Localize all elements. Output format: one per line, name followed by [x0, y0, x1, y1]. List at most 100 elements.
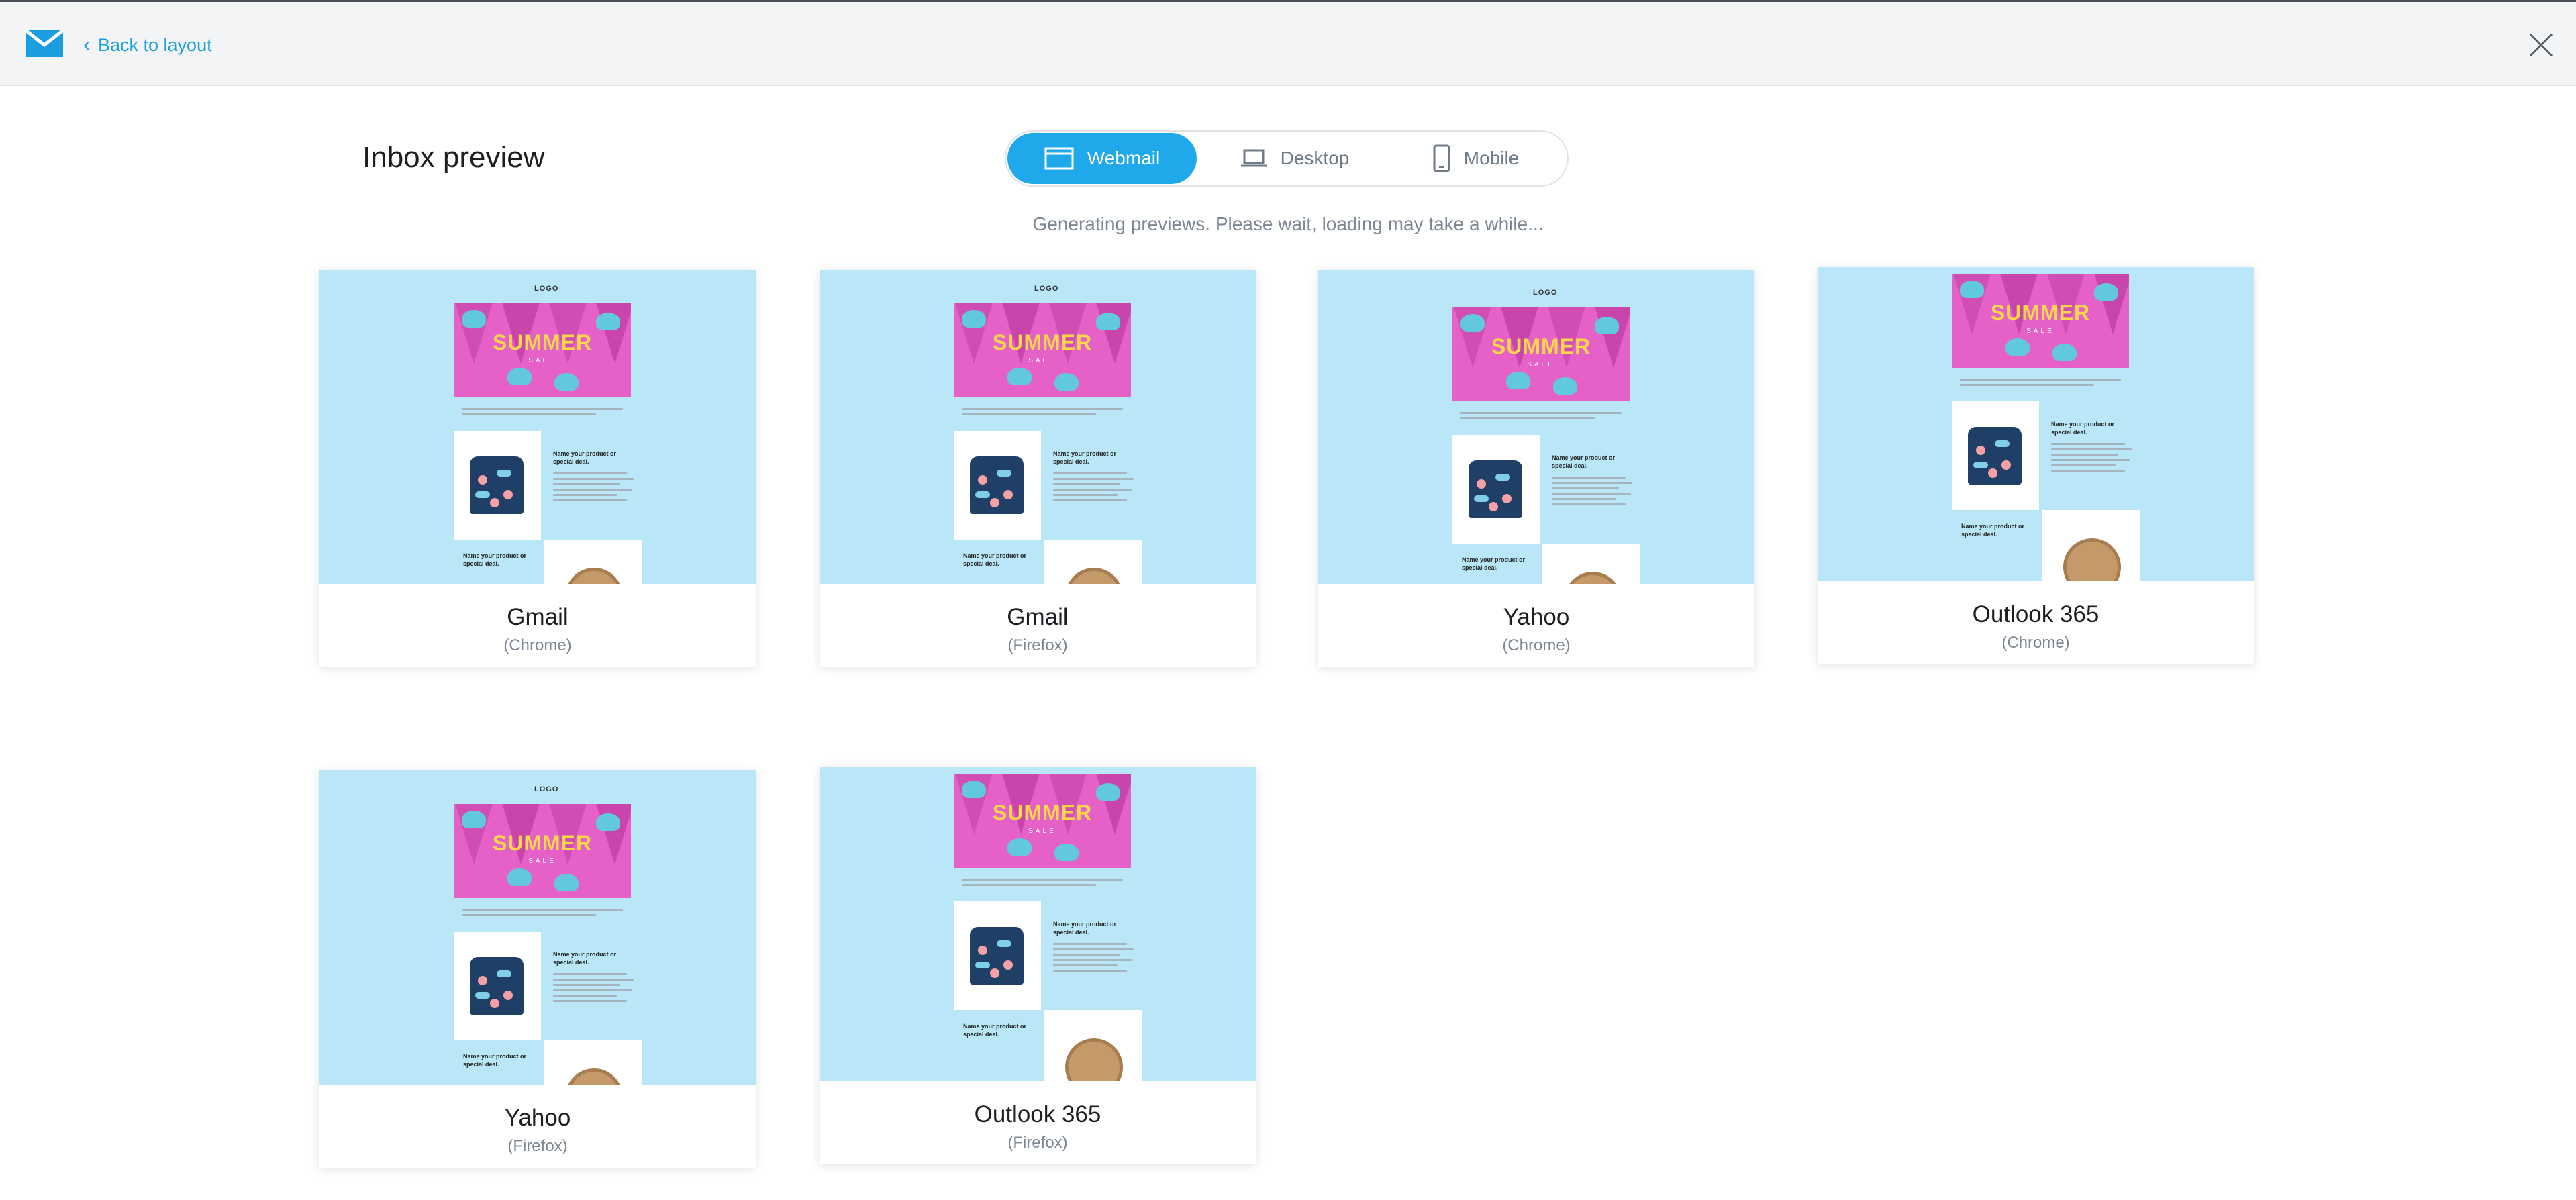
- client-name: Gmail: [1007, 604, 1069, 630]
- email-preview-thumbnail: LOGO SUMMER SALE Name your prod: [820, 270, 1256, 584]
- product-name: Name your product or special deal.: [553, 951, 617, 966]
- summer-sale-banner: SUMMER SALE: [454, 804, 631, 898]
- browser-name: (Chrome): [1502, 636, 1571, 654]
- banner-subtitle: SALE: [1028, 357, 1056, 364]
- top-bar: ‹ Back to layout: [0, 0, 2576, 86]
- product-image-shirt: [1452, 435, 1540, 544]
- email-logo: LOGO: [534, 785, 559, 793]
- intro-text: [1460, 412, 1622, 423]
- banner-subtitle: SALE: [528, 357, 556, 364]
- tab-mobile-label: Mobile: [1463, 148, 1520, 168]
- banner-subtitle: SALE: [1527, 361, 1555, 368]
- tab-desktop-label: Desktop: [1280, 148, 1350, 168]
- view-switcher: Webmail Desktop Mobile: [1005, 130, 1569, 187]
- product-description: [1053, 472, 1134, 505]
- loading-status: Generating previews. Please wait, loadin…: [1032, 213, 1544, 234]
- back-to-layout-link[interactable]: ‹ Back to layout: [83, 32, 212, 58]
- preview-caption: Outlook 365 (Firefox): [820, 1081, 1256, 1164]
- product-image-shirt: [454, 431, 541, 540]
- summer-sale-banner: SUMMER SALE: [454, 303, 631, 397]
- client-name: Gmail: [507, 604, 568, 630]
- preview-caption: Yahoo (Chrome): [1318, 584, 1754, 667]
- banner-title: SUMMER: [1491, 334, 1591, 358]
- banner-subtitle: SALE: [1028, 828, 1056, 835]
- phone-icon: [1433, 144, 1450, 172]
- product-description: [1552, 477, 1632, 509]
- preview-caption: Outlook 365 (Chrome): [1818, 581, 2254, 664]
- page-title: Inbox preview: [362, 141, 545, 174]
- product-image-hat: [544, 540, 642, 584]
- summer-sale-banner: SUMMER SALE: [1952, 274, 2129, 368]
- browser-name: (Firefox): [1007, 1134, 1068, 1152]
- banner-title: SUMMER: [992, 330, 1093, 354]
- product-image-hat: [1542, 544, 1640, 584]
- product-image-hat: [2042, 510, 2140, 581]
- product-name: Name your product or special deal.: [1053, 450, 1117, 465]
- laptop-icon: [1240, 149, 1267, 167]
- browser-name: (Chrome): [2001, 634, 2070, 652]
- browser-name: (Firefox): [507, 1137, 568, 1155]
- email-preview-thumbnail: LOGO SUMMER SALE Name your prod: [319, 270, 756, 584]
- client-name: Yahoo: [1503, 604, 1570, 630]
- banner-title: SUMMER: [992, 801, 1093, 825]
- back-to-layout-label: Back to layout: [98, 34, 212, 55]
- intro-text: [462, 909, 623, 919]
- email-preview-thumbnail: LOGO SUMMER SALE Name your prod: [820, 767, 1256, 1081]
- email-logo: LOGO: [1533, 289, 1558, 297]
- intro-text: [1960, 379, 2121, 389]
- email-preview-thumbnail: LOGO SUMMER SALE Name your prod: [1318, 270, 1754, 584]
- banner-title: SUMMER: [1990, 301, 2091, 325]
- summer-sale-banner: SUMMER SALE: [954, 303, 1131, 397]
- intro-text: [462, 408, 623, 419]
- preview-card-3[interactable]: LOGO SUMMER SALE Name your prod: [1818, 267, 2254, 664]
- product-image-hat: [1044, 540, 1142, 584]
- banner-title: SUMMER: [492, 330, 593, 354]
- email-preview-thumbnail: LOGO SUMMER SALE Name your prod: [1818, 267, 2254, 581]
- product-name: Name your product or special deal.: [2051, 421, 2115, 436]
- summer-sale-banner: SUMMER SALE: [1452, 307, 1630, 401]
- product-name-second: Name your product or special deal.: [1462, 556, 1526, 571]
- tab-mobile[interactable]: Mobile: [1395, 133, 1556, 184]
- product-description: [1053, 943, 1134, 975]
- tab-webmail-label: Webmail: [1087, 148, 1160, 168]
- product-name-second: Name your product or special deal.: [963, 552, 1027, 567]
- browser-name: (Chrome): [503, 636, 572, 654]
- product-name: Name your product or special deal.: [553, 450, 617, 465]
- client-name: Outlook 365: [974, 1101, 1101, 1128]
- product-name-second: Name your product or special deal.: [463, 552, 527, 567]
- product-name-second: Name your product or special deal.: [963, 1023, 1027, 1038]
- email-logo: LOGO: [1034, 285, 1059, 293]
- summer-sale-banner: SUMMER SALE: [954, 774, 1131, 868]
- product-image-hat: [544, 1040, 642, 1085]
- preview-card-4[interactable]: LOGO SUMMER SALE Name your product or sp…: [319, 770, 756, 1168]
- preview-card-1[interactable]: LOGO SUMMER SALE Name your product or sp…: [820, 270, 1256, 667]
- preview-card-0[interactable]: LOGO SUMMER SALE Name your product or sp…: [319, 270, 756, 667]
- preview-card-2[interactable]: LOGO SUMMER SALE Name your product or sp…: [1318, 270, 1754, 667]
- preview-caption: Yahoo (Firefox): [319, 1085, 756, 1168]
- product-description: [553, 973, 634, 1005]
- product-image-shirt: [454, 932, 541, 1040]
- browser-name: (Firefox): [1007, 636, 1068, 654]
- close-icon[interactable]: [2528, 32, 2555, 58]
- client-name: Yahoo: [504, 1105, 571, 1131]
- tab-desktop[interactable]: Desktop: [1207, 133, 1382, 184]
- tab-webmail[interactable]: Webmail: [1007, 133, 1197, 184]
- banner-subtitle: SALE: [2026, 328, 2054, 335]
- product-name-second: Name your product or special deal.: [463, 1053, 527, 1068]
- preview-card-5[interactable]: LOGO SUMMER SALE Name your prod: [820, 767, 1256, 1164]
- product-description: [553, 472, 634, 505]
- product-image-shirt: [954, 901, 1041, 1010]
- intro-text: [962, 879, 1123, 889]
- product-image-hat: [1044, 1010, 1142, 1081]
- banner-title: SUMMER: [492, 831, 593, 855]
- preview-caption: Gmail (Firefox): [820, 584, 1256, 667]
- client-name: Outlook 365: [1972, 601, 2099, 628]
- intro-text: [962, 408, 1123, 419]
- chevron-left-icon: ‹: [83, 34, 90, 56]
- email-preview-thumbnail: LOGO SUMMER SALE Name your prod: [319, 770, 756, 1085]
- product-image-shirt: [1952, 401, 2039, 510]
- product-name: Name your product or special deal.: [1552, 454, 1616, 469]
- product-name: Name your product or special deal.: [1053, 921, 1117, 936]
- product-image-shirt: [954, 431, 1041, 540]
- envelope-logo-icon: [24, 29, 64, 57]
